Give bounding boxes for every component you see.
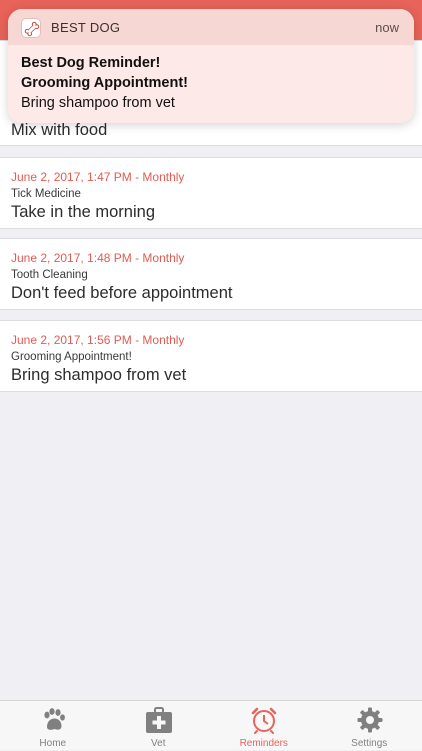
reminder-note: Bring shampoo from vet (11, 366, 186, 385)
push-notification-banner[interactable]: BEST DOG now Best Dog Reminder! Grooming… (8, 9, 414, 123)
tab-vet[interactable]: Vet (106, 701, 212, 751)
tab-settings[interactable]: Settings (317, 701, 422, 751)
tab-label: Home (0, 738, 106, 749)
notification-subtitle: Grooming Appointment! (21, 75, 188, 91)
tab-reminders[interactable]: Reminders (211, 701, 317, 751)
reminder-date: June 2, 2017, 1:47 PM - Monthly (11, 170, 184, 184)
bone-icon (21, 18, 41, 38)
notification-app-name: BEST DOG (51, 20, 120, 35)
reminder-title: Tick Medicine (11, 188, 81, 200)
gear-icon (356, 706, 384, 734)
paw-icon (39, 706, 67, 734)
reminder-note: Take in the morning (11, 203, 155, 222)
tab-label: Settings (317, 738, 422, 749)
tab-label: Vet (106, 738, 212, 749)
tab-label: Reminders (211, 738, 317, 749)
alarm-clock-icon (250, 706, 278, 734)
tab-home[interactable]: Home (0, 701, 106, 751)
reminder-title: Grooming Appointment! (11, 351, 132, 363)
reminder-title: Tooth Cleaning (11, 269, 88, 281)
reminder-card[interactable]: June 2, 2017, 1:56 PM - Monthly Grooming… (0, 320, 422, 392)
tab-bar: Home Vet Reminders (0, 700, 422, 750)
reminder-date: June 2, 2017, 1:56 PM - Monthly (11, 333, 184, 347)
first-aid-kit-icon (145, 706, 173, 734)
notification-header: BEST DOG now (8, 9, 414, 45)
reminder-note: Don't feed before appointment (11, 284, 232, 303)
notification-body: Bring shampoo from vet (21, 95, 175, 111)
notification-time: now (375, 20, 399, 35)
reminder-date: June 2, 2017, 1:48 PM - Monthly (11, 251, 184, 265)
notification-title: Best Dog Reminder! (21, 55, 160, 71)
reminder-note: Mix with food (11, 121, 107, 140)
reminder-card[interactable]: June 2, 2017, 1:47 PM - Monthly Tick Med… (0, 157, 422, 229)
reminder-card[interactable]: June 2, 2017, 1:48 PM - Monthly Tooth Cl… (0, 238, 422, 310)
